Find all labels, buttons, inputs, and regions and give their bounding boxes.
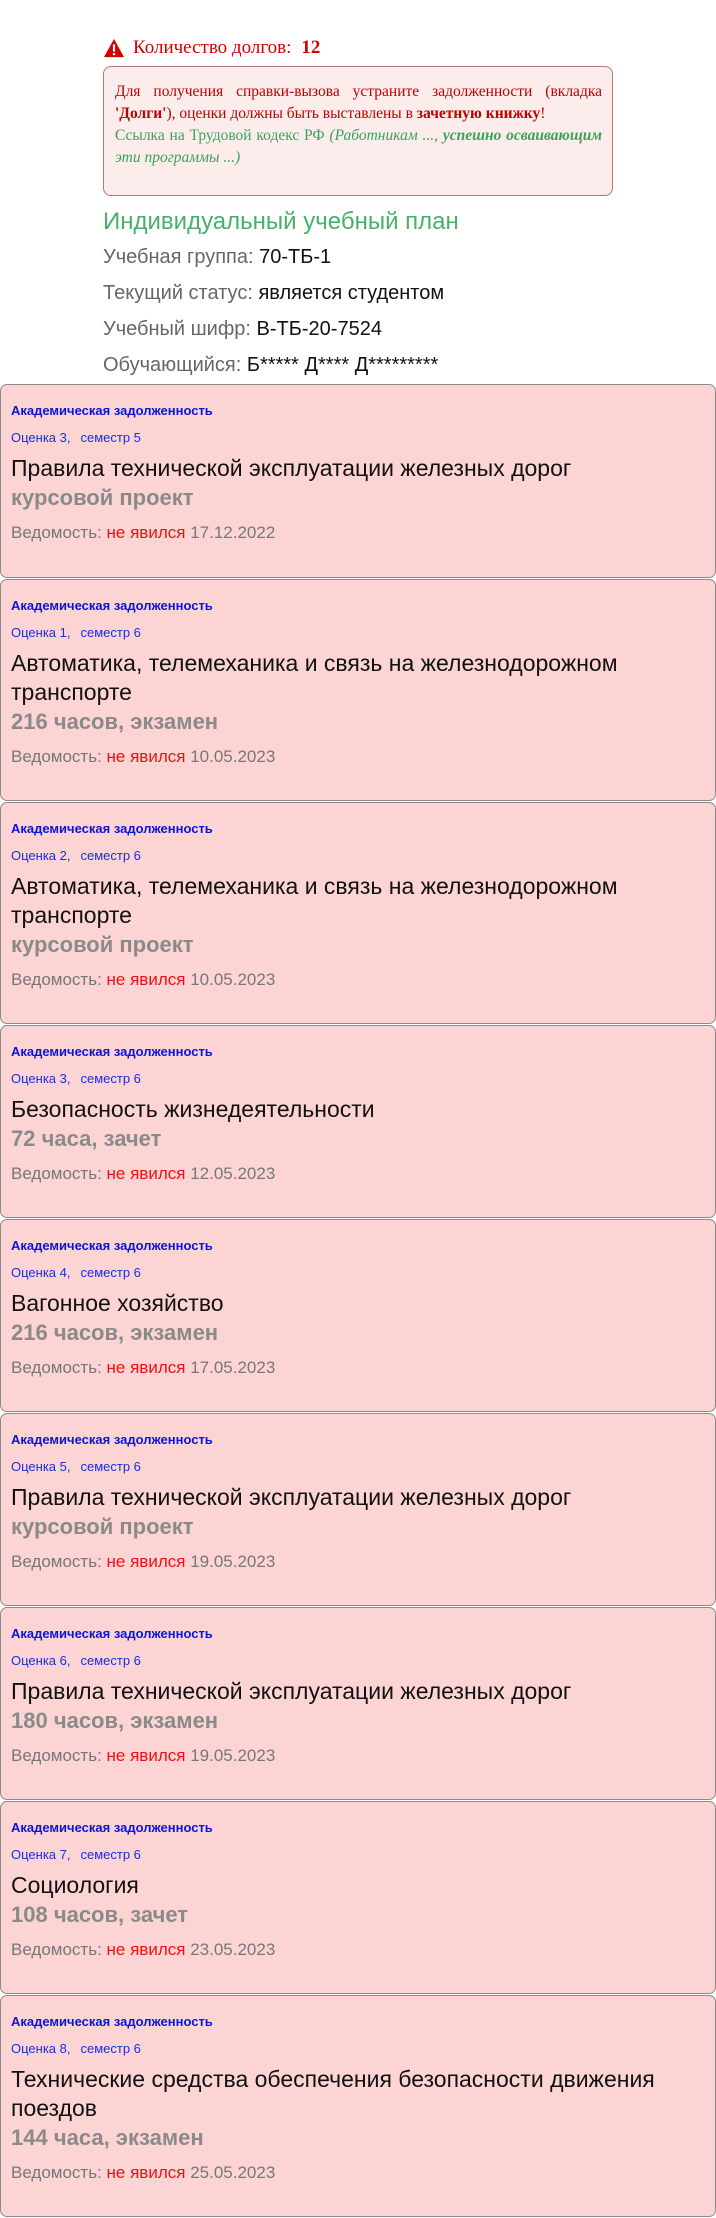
labor-code-link[interactable]: Ссылка на Трудовой кодекс РФ (Работникам… xyxy=(115,127,602,166)
card-statement: Ведомость: не явился 12.05.2023 xyxy=(11,1164,276,1183)
debt-card: Академическая задолженность Оценка 7, сем… xyxy=(0,1801,716,1994)
card-title: Правила технической эксплуатации железны… xyxy=(11,455,572,481)
debt-card: Академическая задолженность Оценка 6, сем… xyxy=(0,1607,716,1800)
card-statement: Ведомость: не явился 10.05.2023 xyxy=(11,747,276,766)
card-subtitle: 144 часа, экзамен xyxy=(11,2125,204,2150)
card-meta: Оценка 7, семестр 6 xyxy=(11,1847,141,1862)
card-subtitle: 72 часа, зачет xyxy=(11,1126,162,1151)
info-code: Учебный шифр: В-ТБ-20-7524 xyxy=(103,318,382,340)
gradebook-text: зачетную книжку xyxy=(416,105,541,122)
debt-card: Академическая задолженность Оценка 3, сем… xyxy=(0,384,716,578)
debt-count-label: Количество долгов: xyxy=(133,37,292,58)
card-type: Академическая задолженность xyxy=(11,1238,213,1253)
debt-count: Количество долгов: 12 xyxy=(103,0,613,60)
card-title: Технические средства обеспечения безопас… xyxy=(11,2066,655,2121)
warning-icon xyxy=(104,38,124,58)
card-type: Академическая задолженность xyxy=(11,598,213,613)
card-meta: Оценка 6, семестр 6 xyxy=(11,1653,141,1668)
debts-tab-link[interactable]: 'Долги' xyxy=(115,105,167,122)
header-section: Количество долгов: 12 Для получения спра… xyxy=(103,0,613,383)
card-type: Академическая задолженность xyxy=(11,2014,213,2029)
card-meta: Оценка 8, семестр 6 xyxy=(11,2041,141,2056)
card-statement: Ведомость: не явился 19.05.2023 xyxy=(11,1746,276,1765)
card-subtitle: 216 часов, экзамен xyxy=(11,1320,219,1345)
card-subtitle: курсовой проект xyxy=(11,485,194,510)
card-subtitle: курсовой проект xyxy=(11,1514,194,1539)
card-title: Социология xyxy=(11,1872,139,1898)
card-statement: Ведомость: не явился 17.12.2022 xyxy=(11,523,276,542)
card-meta: Оценка 5, семестр 6 xyxy=(11,1459,141,1474)
card-subtitle: 216 часов, экзамен xyxy=(11,709,219,734)
debt-card: Академическая задолженность Оценка 8, сем… xyxy=(0,1995,716,2217)
card-statement: Ведомость: не явился 10.05.2023 xyxy=(11,970,276,989)
card-title: Автоматика, телемеханика и связь на желе… xyxy=(11,650,618,705)
debt-list: Академическая задолженность Оценка 3, сем… xyxy=(0,384,716,2218)
card-type: Академическая задолженность xyxy=(11,403,213,418)
info-status: Текущий статус: является студентом xyxy=(103,282,445,304)
card-title: Безопасность жизнедеятельности xyxy=(11,1096,375,1122)
card-statement: Ведомость: не явился 17.05.2023 xyxy=(11,1358,276,1377)
certificate-notice: Для получения справки-вызова устраните з… xyxy=(103,66,613,196)
plan-title: Индивидуальный учебный план xyxy=(103,208,459,235)
card-type: Академическая задолженность xyxy=(11,1820,213,1835)
debt-card: Академическая задолженность Оценка 2, сем… xyxy=(0,802,716,1024)
card-meta: Оценка 1, семестр 6 xyxy=(11,625,141,640)
card-title: Правила технической эксплуатации железны… xyxy=(11,1678,572,1704)
card-type: Академическая задолженность xyxy=(11,1626,213,1641)
card-meta: Оценка 4, семестр 6 xyxy=(11,1265,141,1280)
card-subtitle: 180 часов, экзамен xyxy=(11,1708,219,1733)
debt-card: Академическая задолженность Оценка 5, сем… xyxy=(0,1413,716,1606)
card-meta: Оценка 3, семестр 6 xyxy=(11,1071,141,1086)
info-group: Учебная группа: 70-ТБ-1 xyxy=(103,246,332,268)
card-title: Правила технической эксплуатации железны… xyxy=(11,1484,572,1510)
debt-card: Академическая задолженность Оценка 3, сем… xyxy=(0,1025,716,1218)
card-title: Вагонное хозяйство xyxy=(11,1290,224,1316)
card-statement: Ведомость: не явился 23.05.2023 xyxy=(11,1940,276,1959)
debt-card: Академическая задолженность Оценка 4, сем… xyxy=(0,1219,716,1412)
card-type: Академическая задолженность xyxy=(11,1044,213,1059)
info-student: Обучающийся: Б***** Д**** Д********* xyxy=(103,354,439,376)
card-subtitle: 108 часов, зачет xyxy=(11,1902,189,1927)
card-statement: Ведомость: не явился 25.05.2023 xyxy=(11,2163,276,2182)
card-meta: Оценка 3, семестр 5 xyxy=(11,430,141,445)
debt-card: Академическая задолженность Оценка 1, сем… xyxy=(0,579,716,801)
notice-text: Для получения справки-вызова устраните з… xyxy=(115,83,602,122)
debt-count-value: 12 xyxy=(301,37,321,58)
card-subtitle: курсовой проект xyxy=(11,932,194,957)
card-type: Академическая задолженность xyxy=(11,1432,213,1447)
card-meta: Оценка 2, семестр 6 xyxy=(11,848,141,863)
card-type: Академическая задолженность xyxy=(11,821,213,836)
card-statement: Ведомость: не явился 19.05.2023 xyxy=(11,1552,276,1571)
card-title: Автоматика, телемеханика и связь на желе… xyxy=(11,873,618,928)
